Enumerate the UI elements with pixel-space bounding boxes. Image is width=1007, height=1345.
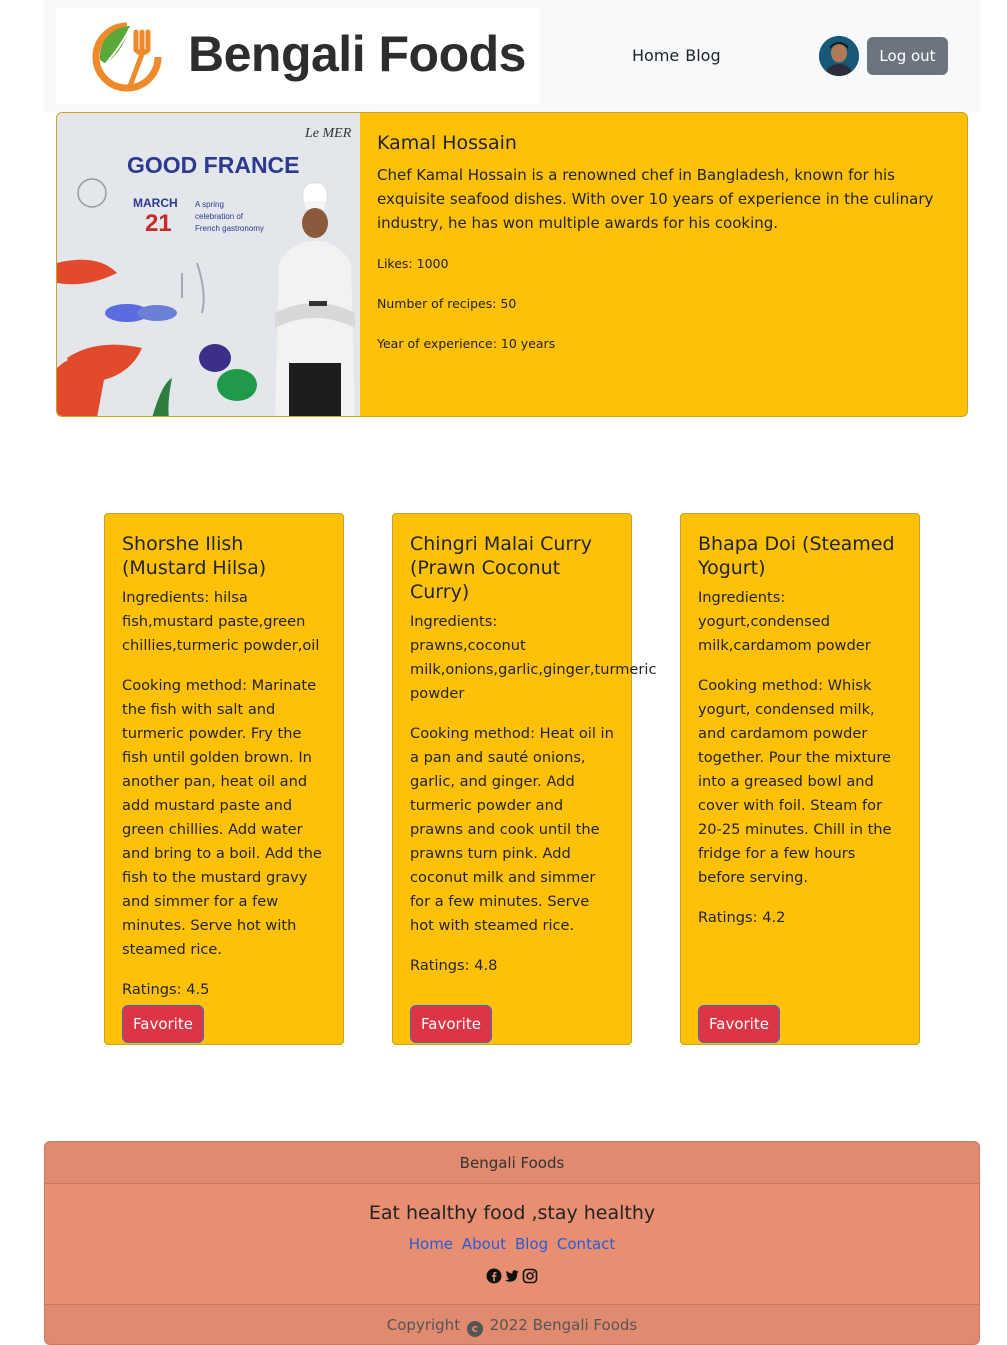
instagram-icon[interactable]: [522, 1268, 538, 1284]
copyright-icon: c: [466, 1321, 483, 1337]
photo-headline: GOOD FRANCE: [127, 152, 300, 178]
nav-home-link[interactable]: Home: [632, 46, 679, 65]
brand-logo[interactable]: Bengali Foods: [56, 8, 540, 104]
favorite-button[interactable]: Favorite: [122, 1005, 204, 1043]
photo-tagline-1: A spring: [195, 200, 224, 209]
footer-header: Bengali Foods: [45, 1142, 979, 1184]
favorite-button[interactable]: Favorite: [698, 1005, 780, 1043]
footer-link-contact[interactable]: Contact: [557, 1235, 615, 1253]
recipe-ingredients: Ingredients: prawns,coconut milk,onions,…: [410, 613, 657, 702]
chef-card: GOOD FRANCE MARCH 21 A spring celebratio…: [56, 112, 968, 417]
footer: Bengali Foods Eat healthy food ,stay hea…: [44, 1141, 980, 1345]
recipe-title: Chingri Malai Curry (Prawn Coconut Curry…: [410, 533, 592, 603]
photo-corner-text: Le MER: [304, 126, 352, 141]
recipe-method: Cooking method: Whisk yogurt, condensed …: [698, 677, 892, 886]
user-avatar[interactable]: [819, 36, 859, 76]
chef-photo: GOOD FRANCE MARCH 21 A spring celebratio…: [57, 113, 360, 416]
copyright-prefix: Copyright: [386, 1316, 461, 1334]
recipe-method: Cooking method: Heat oil in a pan and sa…: [410, 725, 614, 934]
recipe-rating: Ratings: 4.2: [698, 909, 786, 926]
photo-day: 21: [145, 210, 172, 237]
recipe-card: Chingri Malai Curry (Prawn Coconut Curry…: [392, 513, 657, 1045]
brand-name: Bengali Foods: [188, 26, 526, 82]
navbar: Bengali Foods Home Blog Log out: [44, 0, 980, 112]
twitter-icon[interactable]: [504, 1268, 520, 1284]
recipe-title: Shorshe Ilish (Mustard Hilsa): [122, 533, 267, 579]
avatar-icon: [819, 36, 859, 76]
recipe-method: Cooking method: Marinate the fish with s…: [122, 677, 322, 958]
recipe-ingredients: Ingredients: yogurt,condensed milk,carda…: [698, 589, 871, 654]
favorite-button[interactable]: Favorite: [410, 1005, 492, 1043]
photo-month: MARCH: [133, 196, 178, 210]
main-nav: Home Blog: [632, 46, 727, 65]
recipe-card: Shorshe Ilish (Mustard Hilsa) Ingredient…: [104, 513, 344, 1045]
copyright: Copyright c 2022 Bengali Foods: [45, 1304, 979, 1344]
copyright-suffix: 2022 Bengali Foods: [489, 1316, 638, 1334]
chef-bio: Chef Kamal Hossain is a renowned chef in…: [377, 166, 934, 232]
logout-button[interactable]: Log out: [867, 37, 948, 75]
social-links: [45, 1268, 979, 1286]
chef-recipe-count: Number of recipes: 50: [377, 296, 517, 311]
logo-icon: [92, 22, 162, 92]
recipe-card: Bhapa Doi (Steamed Yogurt) Ingredients: …: [680, 513, 920, 1045]
footer-tagline: Eat healthy food ,stay healthy: [368, 1202, 656, 1224]
footer-nav: Home About Blog Contact: [45, 1234, 979, 1254]
nav-blog-link[interactable]: Blog: [685, 46, 720, 65]
recipe-title: Bhapa Doi (Steamed Yogurt): [698, 533, 895, 579]
chef-info: Kamal Hossain Chef Kamal Hossain is a re…: [377, 131, 952, 373]
footer-link-about[interactable]: About: [462, 1235, 506, 1253]
recipe-ingredients: Ingredients: hilsa fish,mustard paste,gr…: [122, 589, 320, 654]
facebook-icon[interactable]: [486, 1268, 502, 1284]
chef-likes: Likes: 1000: [377, 256, 449, 271]
footer-link-home[interactable]: Home: [409, 1235, 453, 1253]
photo-tagline-3: French gastronomy: [195, 224, 264, 233]
chef-experience: Year of experience: 10 years: [377, 336, 556, 351]
footer-link-blog[interactable]: Blog: [515, 1235, 548, 1253]
recipe-rating: Ratings: 4.8: [410, 957, 498, 974]
photo-tagline-2: celebration of: [195, 212, 244, 221]
chef-name: Kamal Hossain: [377, 132, 517, 154]
recipe-rating: Ratings: 4.5: [122, 981, 210, 998]
